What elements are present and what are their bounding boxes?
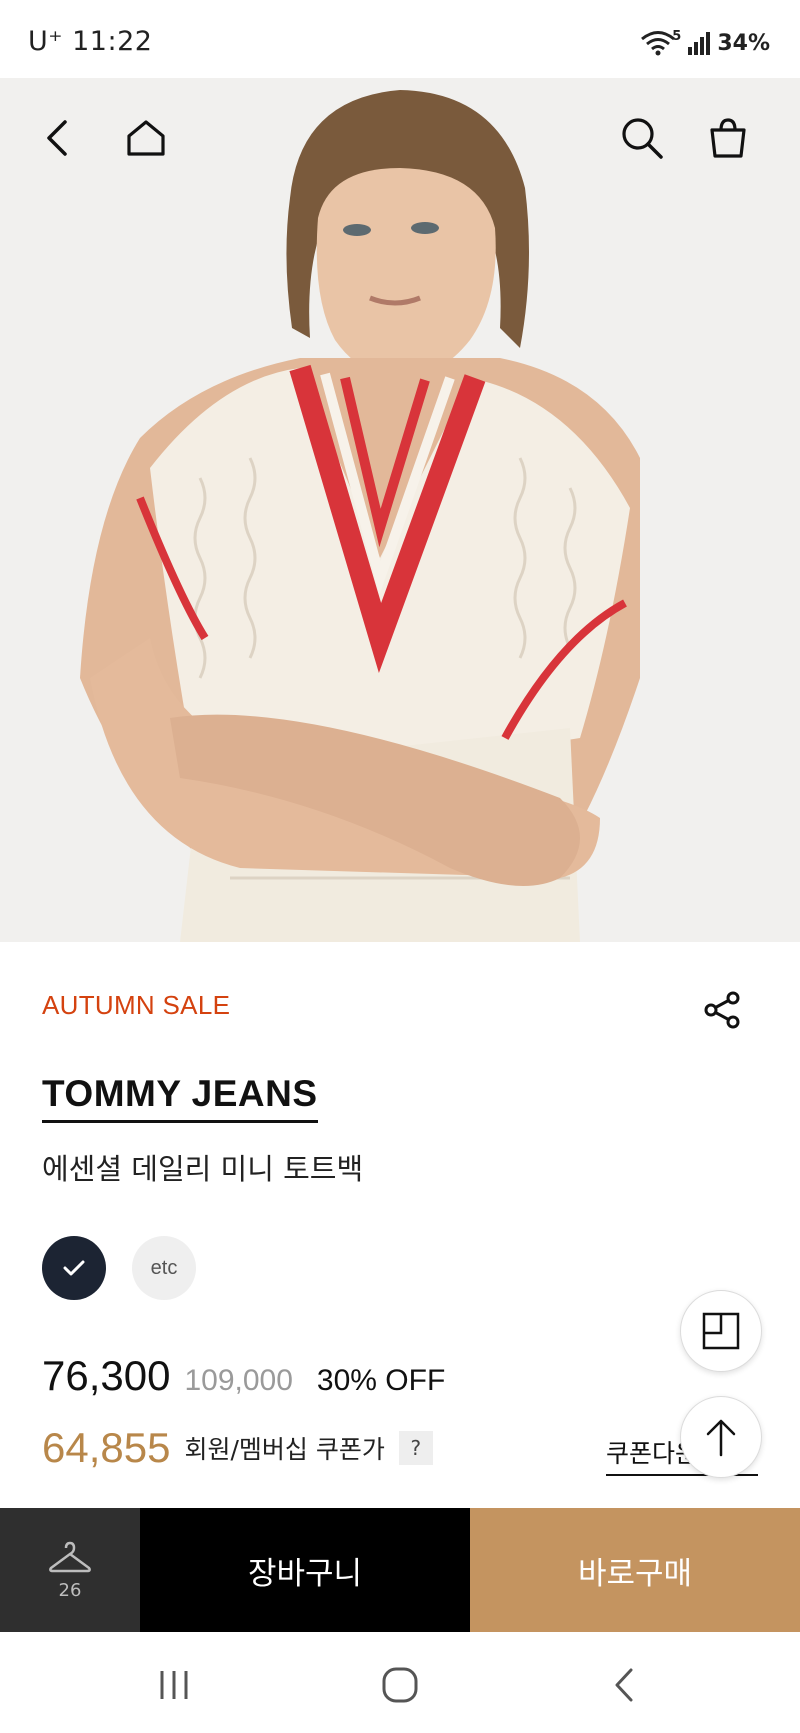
home-system-button[interactable]: [370, 1660, 430, 1710]
sale-price: 76,300: [42, 1352, 171, 1399]
original-price: 109,000: [184, 1364, 293, 1397]
hanger-icon: [49, 1541, 91, 1572]
coupon-price-label: 회원/멤버십 쿠폰가: [184, 1435, 385, 1464]
color-swatch-etc[interactable]: etc: [132, 1236, 196, 1300]
share-button[interactable]: [696, 984, 748, 1036]
add-to-cart-button[interactable]: 장바구니: [140, 1508, 470, 1632]
arrow-up-icon: [706, 1419, 736, 1457]
recent-view-button[interactable]: [680, 1290, 762, 1372]
recent-apps-icon: [160, 1671, 188, 1699]
coupon-price-row: 64,855 회원/멤버십 쿠폰가 ?: [42, 1424, 433, 1472]
product-title: 에센셜 데일리 미니 토트백: [42, 1152, 364, 1186]
back-icon: [47, 120, 67, 156]
model-photo: [0, 78, 800, 942]
product-image[interactable]: [0, 78, 800, 942]
carrier-label: U⁺: [28, 26, 64, 57]
wifi-icon: [640, 30, 676, 56]
status-bar: U⁺ 11:22 5 34%: [0, 0, 800, 78]
search-icon: [622, 118, 663, 159]
battery-level: 34%: [717, 30, 770, 56]
wishlist-button[interactable]: 26: [0, 1508, 140, 1632]
home-button[interactable]: [116, 108, 176, 168]
status-carrier-time: U⁺ 11:22: [28, 26, 152, 57]
check-icon: [63, 1260, 85, 1276]
back-button[interactable]: [28, 108, 88, 168]
buy-now-button[interactable]: 바로구매: [470, 1508, 800, 1632]
scroll-top-button[interactable]: [680, 1396, 762, 1478]
discount-rate: 30% OFF: [316, 1364, 446, 1397]
back-system-button[interactable]: [594, 1660, 654, 1710]
search-button[interactable]: [612, 108, 672, 168]
home-circle-icon: [382, 1667, 418, 1703]
brand-link[interactable]: TOMMY JEANS: [42, 1072, 318, 1123]
sale-tag: AUTUMN SALE: [42, 990, 231, 1020]
network-type: 5: [672, 28, 682, 44]
back-chevron-icon: [615, 1668, 633, 1702]
recent-apps-button[interactable]: [144, 1660, 204, 1710]
shopping-bag-icon: [710, 118, 746, 158]
share-icon: [704, 991, 740, 1029]
coupon-price: 64,855: [42, 1424, 171, 1471]
system-navigation-bar: [0, 1632, 800, 1733]
recent-items-icon: [702, 1312, 740, 1350]
cart-button[interactable]: [698, 108, 758, 168]
purchase-action-bar: 26 장바구니 바로구매: [0, 1508, 800, 1632]
status-indicators: 5 34%: [640, 28, 770, 56]
wishlist-count: 26: [58, 1579, 82, 1601]
help-button[interactable]: ?: [398, 1431, 433, 1465]
clock: 11:22: [72, 26, 153, 57]
color-swatch-selected[interactable]: [42, 1236, 106, 1300]
home-icon: [127, 120, 165, 156]
price-row: 76,300 109,000 30% OFF: [42, 1352, 445, 1400]
signal-icon: [687, 31, 711, 55]
